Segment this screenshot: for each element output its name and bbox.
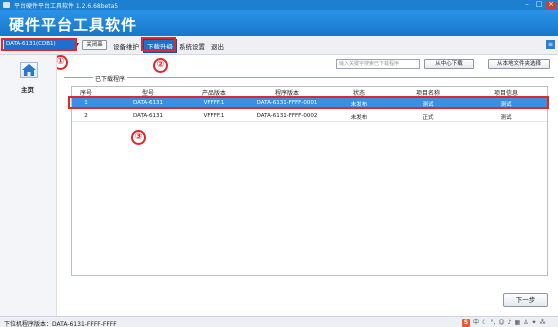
table-cell: VFFFF.1 bbox=[203, 112, 225, 119]
microphone-icon[interactable]: ♪ bbox=[508, 319, 512, 327]
app-logo-icon bbox=[3, 2, 10, 8]
menu-icon[interactable]: ≡ bbox=[546, 40, 555, 49]
app-banner: 硬件平台工具软件 bbox=[0, 10, 558, 36]
annotation-box-download-upgrade bbox=[141, 37, 176, 51]
table-cell: 未发布 bbox=[350, 114, 368, 121]
menu-item-device-maintenance[interactable]: 设备维护 bbox=[113, 41, 139, 51]
close-window-button[interactable]: × bbox=[546, 1, 556, 9]
section-title: 已下载程序 bbox=[93, 74, 128, 83]
window-controls: – □ × bbox=[522, 1, 556, 9]
title-bar: 平台硬件平台工具软件 1.2.6.68beta5 – □ × bbox=[0, 0, 558, 10]
table-cell: 2 bbox=[84, 112, 88, 119]
annotation-marker-2: ② bbox=[153, 58, 168, 73]
home-icon bbox=[22, 64, 36, 76]
table-cell: 测试 bbox=[500, 114, 512, 121]
table-cell: 正式 bbox=[422, 114, 434, 121]
row-divider bbox=[72, 121, 547, 122]
next-button[interactable]: 下一步 bbox=[503, 293, 548, 307]
menu-item-system-settings[interactable]: 系统设置 bbox=[179, 41, 205, 51]
table-cell: DATA-6131-FFFF-0002 bbox=[256, 112, 318, 119]
download-from-center-button[interactable]: 从中心下载 bbox=[424, 59, 474, 69]
table-cell: DATA-6131 bbox=[132, 112, 164, 119]
emoji-icon[interactable]: ☺ bbox=[498, 319, 504, 327]
annotation-marker-3: ③ bbox=[131, 130, 146, 145]
status-bar: 下位机程序版本：DATA-6131-FFFF-FFFF S 中 ☾ °, ☺ ♪… bbox=[0, 316, 558, 327]
app-title: 硬件平台工具软件 bbox=[9, 16, 138, 34]
table-row[interactable]: 2 DATA-6131 VFFFF.1 DATA-6131-FFFF-0002 … bbox=[72, 111, 547, 121]
moon-icon[interactable]: ☾ bbox=[482, 319, 487, 327]
select-from-local-folder-button[interactable]: 从本地文件夹选择 bbox=[488, 59, 550, 69]
downloaded-programs-table: 序号 型号 产品版本 程序版本 状态 项目名称 项目信息 1 DATA-6131… bbox=[71, 86, 548, 276]
keyboard-icon[interactable]: ▦ bbox=[514, 319, 520, 327]
user-icon[interactable]: ♙ bbox=[523, 319, 528, 327]
maximize-button[interactable]: □ bbox=[534, 1, 544, 9]
grid-icon[interactable]: ⁂ bbox=[540, 319, 546, 327]
shirt-icon[interactable]: ✦ bbox=[532, 319, 537, 327]
menu-item-exit[interactable]: 退出 bbox=[211, 41, 224, 51]
system-tray: S 中 ☾ °, ☺ ♪ ▦ ♙ ✦ ⁂ bbox=[462, 318, 546, 327]
firmware-version-status: 下位机程序版本：DATA-6131-FFFF-FFFF bbox=[4, 321, 117, 327]
window-title: 平台硬件平台工具软件 1.2.6.68beta5 bbox=[14, 3, 119, 10]
punctuation-icon[interactable]: °, bbox=[490, 319, 495, 327]
sidebar bbox=[0, 55, 57, 316]
search-input[interactable]: 输入关键字搜索已下载程序 bbox=[336, 59, 420, 69]
annotation-box-device-select bbox=[1, 38, 77, 51]
home-button[interactable] bbox=[20, 62, 38, 78]
annotation-box-selected-row bbox=[68, 96, 549, 109]
close-device-button[interactable]: 关闭串 bbox=[82, 40, 107, 50]
ime-logo-icon[interactable]: S bbox=[462, 318, 470, 327]
section-divider bbox=[64, 77, 554, 78]
minimize-button[interactable]: – bbox=[522, 1, 532, 9]
home-label: 主页 bbox=[21, 86, 34, 94]
chinese-mode-icon[interactable]: 中 bbox=[473, 319, 479, 327]
